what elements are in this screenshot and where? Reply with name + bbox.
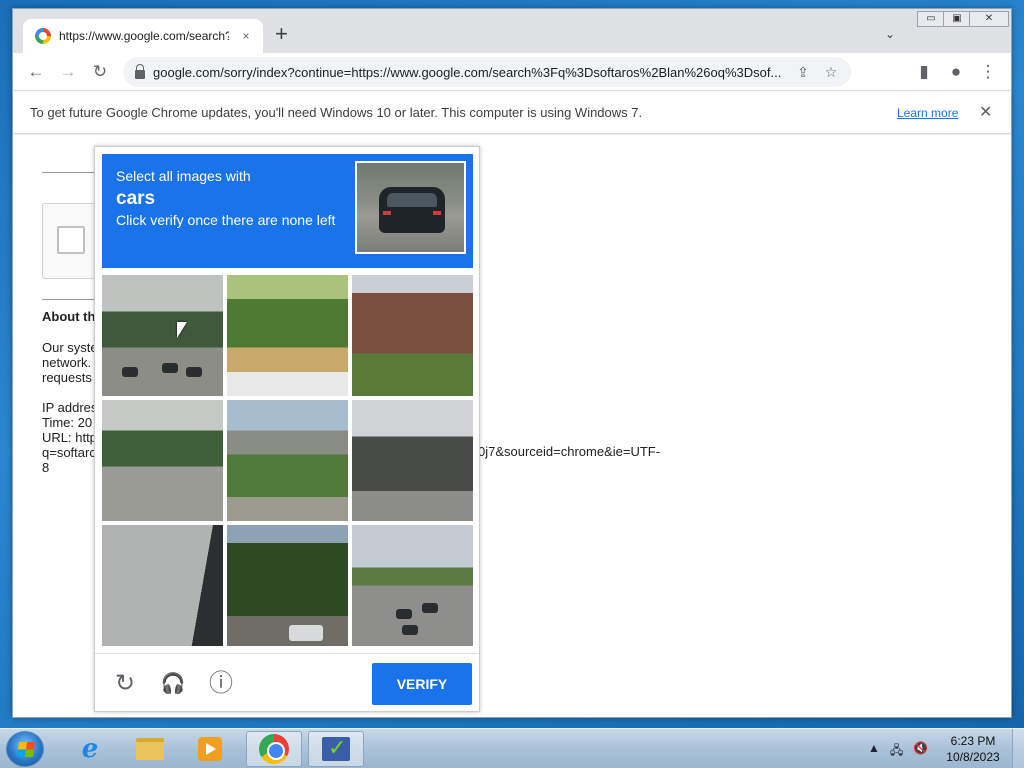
start-button[interactable] [6, 731, 44, 767]
update-infobar: To get future Google Chrome updates, you… [13, 92, 1011, 134]
captcha-tile[interactable] [352, 525, 473, 646]
minimize-button[interactable]: ▭ [917, 11, 945, 27]
chrome-taskbar-icon[interactable] [246, 731, 302, 767]
captcha-instruction: Select all images with [116, 168, 251, 184]
audio-challenge-icon[interactable]: 🎧 [159, 670, 187, 698]
clock-date: 10/8/2023 [946, 750, 1000, 764]
internet-explorer-icon[interactable]: e [62, 731, 118, 767]
reload-icon[interactable]: ↻ [89, 61, 111, 83]
recaptcha-widget [42, 203, 102, 279]
lock-icon[interactable] [135, 63, 145, 79]
info-icon[interactable]: ⓘ [207, 670, 235, 698]
media-player-icon[interactable] [182, 731, 238, 767]
captcha-header: Select all images with cars Click verify… [102, 154, 473, 268]
url-tail-text: 0j7&sourceid=chrome&ie=UTF- [478, 444, 661, 459]
show-desktop-button[interactable] [1012, 729, 1024, 768]
car-image [402, 625, 418, 635]
captcha-tile[interactable] [102, 275, 223, 396]
recaptcha-checkbox[interactable] [57, 226, 85, 254]
volume-muted-icon[interactable]: 🔇 [913, 741, 928, 762]
para1-line: requests [42, 370, 92, 385]
captcha-hint: Click verify once there are none left [116, 212, 336, 228]
infobar-close-icon[interactable]: ✕ [979, 102, 992, 122]
tab-close-icon[interactable]: × [237, 29, 255, 43]
taskbar: e ▲ 🖧 🔇 6:23 PM 10/8/2023 [0, 728, 1024, 768]
captcha-challenge: Select all images with cars Click verify… [94, 146, 480, 712]
divider [42, 172, 102, 173]
network-icon[interactable]: 🖧 [890, 741, 903, 762]
captcha-tile[interactable] [227, 400, 348, 521]
url-text[interactable]: google.com/sorry/index?continue=https://… [153, 65, 785, 80]
car-image [122, 367, 138, 377]
para2-line: q=softarc [42, 445, 96, 460]
para1-line: Our syste [42, 340, 98, 355]
divider [42, 299, 102, 300]
tray-expand-icon[interactable]: ▲ [868, 741, 880, 762]
forward-icon[interactable]: → [57, 61, 79, 83]
system-tray: ▲ 🖧 🔇 [868, 741, 928, 762]
captcha-grid [102, 275, 473, 646]
menu-icon[interactable]: ⋮ [977, 61, 999, 83]
clock-time: 6:23 PM [950, 734, 996, 748]
back-icon[interactable]: ← [25, 61, 47, 83]
close-window-button[interactable]: ✕ [969, 11, 1009, 27]
verify-button[interactable]: VERIFY [372, 663, 472, 705]
captcha-target: cars [116, 188, 156, 209]
maximize-button[interactable]: ▣ [943, 11, 971, 27]
captcha-sample-image [355, 161, 466, 254]
google-favicon-icon [35, 28, 51, 44]
chrome-window: https://www.google.com/search? × + ⌄ ▭ ▣… [12, 8, 1012, 718]
car-image [186, 367, 202, 377]
address-bar[interactable]: google.com/sorry/index?continue=https://… [123, 57, 851, 87]
file-explorer-icon[interactable] [122, 731, 178, 767]
car-image [289, 625, 323, 641]
share-icon[interactable]: ⇪ [793, 64, 813, 81]
car-image [396, 609, 412, 619]
browser-tab[interactable]: https://www.google.com/search? × [23, 19, 263, 53]
captcha-tile[interactable] [352, 275, 473, 396]
profile-icon[interactable]: ● [945, 61, 967, 83]
title-bar: https://www.google.com/search? × + ⌄ ▭ ▣… [13, 9, 1011, 53]
bookmark-star-icon[interactable]: ☆ [821, 64, 841, 81]
page-content: About th Our syste network. requests IP … [13, 135, 1011, 717]
para2-line: IP addres [42, 400, 98, 415]
learn-more-link[interactable]: Learn more [897, 106, 958, 120]
car-image [422, 603, 438, 613]
para2-line: Time: 20 [42, 415, 93, 430]
infobar-message: To get future Google Chrome updates, you… [30, 105, 643, 120]
captcha-tile[interactable] [227, 275, 348, 396]
mouse-cursor-icon [177, 322, 187, 338]
browser-toolbar: ← → ↻ google.com/sorry/index?continue=ht… [13, 53, 1011, 91]
car-image [379, 187, 445, 233]
reload-challenge-icon[interactable]: ↻ [111, 670, 139, 698]
captcha-tile[interactable] [352, 400, 473, 521]
para2-line: URL: http [42, 430, 97, 445]
about-heading: About th [42, 309, 96, 324]
para2-line: 8 [42, 460, 50, 475]
captcha-footer: ↻ 🎧 ⓘ VERIFY [95, 653, 479, 711]
new-tab-button[interactable]: + [275, 23, 288, 45]
task-app-icon[interactable] [308, 731, 364, 767]
car-image [162, 363, 178, 373]
captcha-tile[interactable] [102, 400, 223, 521]
tab-search-icon[interactable]: ⌄ [885, 27, 895, 41]
captcha-tile[interactable] [227, 525, 348, 646]
captcha-tile[interactable] [102, 525, 223, 646]
taskbar-clock[interactable]: 6:23 PM 10/8/2023 [940, 733, 1006, 765]
tab-title: https://www.google.com/search? [59, 29, 229, 43]
para1-line: network. [42, 355, 92, 370]
side-panel-icon[interactable]: ▮ [913, 61, 935, 83]
